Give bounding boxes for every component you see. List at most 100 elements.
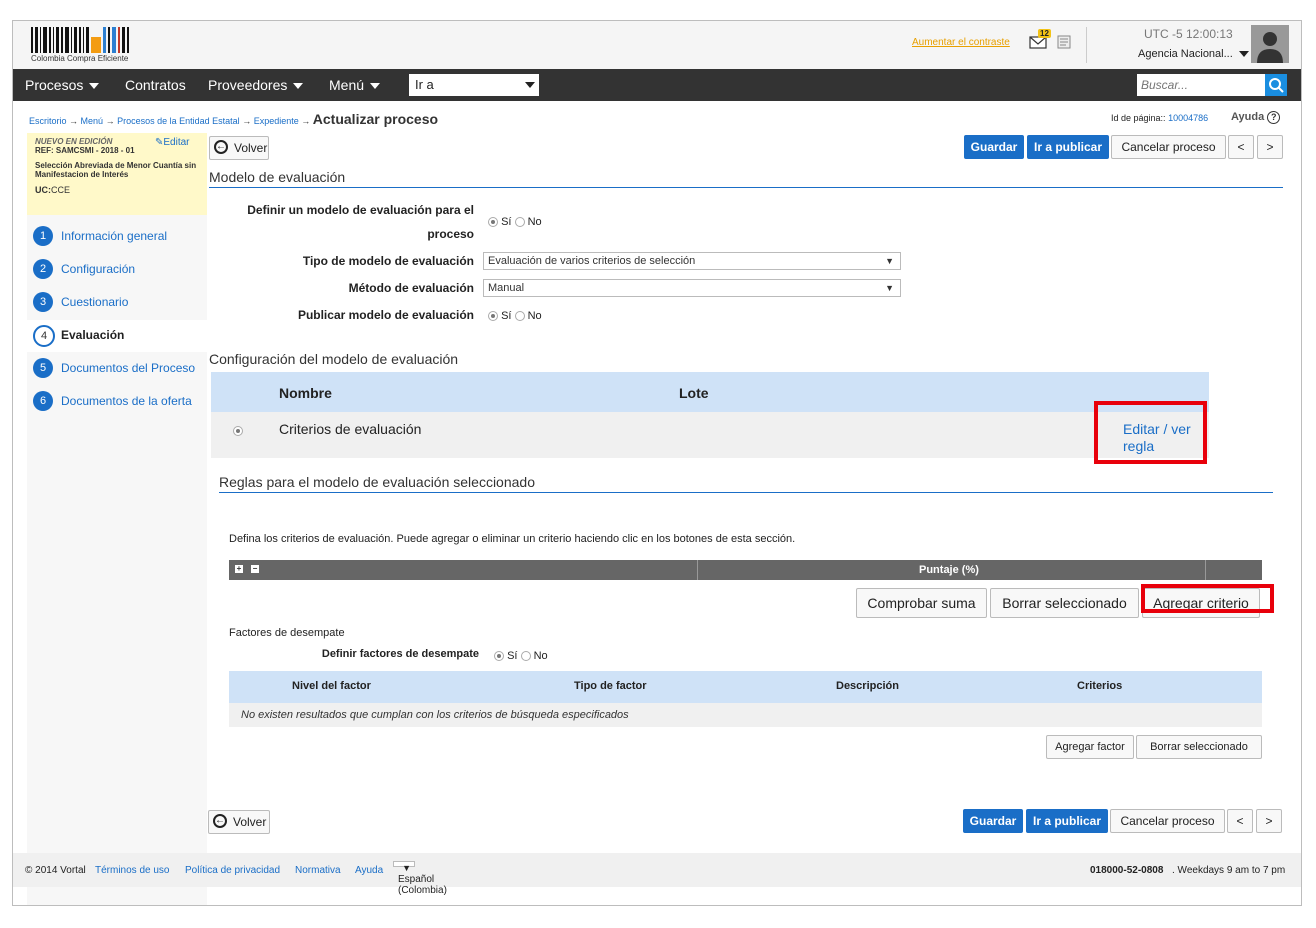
search-icon	[1269, 78, 1284, 93]
avatar[interactable]	[1251, 25, 1289, 63]
search-button[interactable]	[1265, 74, 1287, 96]
radio-no	[514, 311, 525, 322]
sidebar-step-6[interactable]: 6 Documentos de la oferta	[27, 386, 207, 418]
check-sum-button[interactable]: Comprobar suma	[856, 588, 987, 618]
nav-proveedores[interactable]: Proveedores	[208, 77, 304, 93]
collapse-icon[interactable]: −	[251, 565, 259, 573]
process-uc: UC:CCE	[35, 185, 71, 195]
page-id: Id de página:: 10004786	[1111, 113, 1209, 123]
nav-procesos[interactable]: Procesos	[25, 77, 100, 93]
highlight-box	[1094, 401, 1207, 464]
prev-button-bottom[interactable]: <	[1227, 809, 1253, 833]
cancel-process-button-bottom[interactable]: Cancelar proceso	[1110, 809, 1225, 833]
main-navbar: Procesos Contratos Proveedores Menú Ir a	[13, 69, 1301, 101]
help-link-footer[interactable]: Ayuda	[355, 865, 383, 876]
back-button[interactable]: ← Volver	[209, 136, 269, 160]
save-button[interactable]: Guardar	[964, 135, 1024, 159]
rules-section-title: Reglas para el modelo de evaluación sele…	[219, 474, 535, 490]
define-model-label-2: proceso	[427, 227, 474, 241]
delete-factor-button[interactable]: Borrar seleccionado	[1136, 735, 1262, 759]
model-type-select[interactable]: Evaluación de varios criterios de selecc…	[483, 252, 901, 270]
divider	[1086, 27, 1087, 63]
brand-name: Colombia Compra Eficiente	[31, 54, 129, 63]
terms-link[interactable]: Términos de uso	[95, 865, 169, 876]
define-model-label: Definir un modelo de evaluación para el	[247, 203, 474, 217]
go-to-select[interactable]: Ir a	[409, 74, 539, 96]
back-button-bottom[interactable]: ← Volver	[208, 810, 270, 834]
table-row[interactable]: Criterios de evaluación Editar / ver regl…	[211, 412, 1209, 458]
config-table-header: Nombre Lote	[211, 372, 1209, 412]
method-select[interactable]: Manual ▼	[483, 279, 901, 297]
process-ref: REF: SAMCSMI - 2018 - 01	[35, 146, 135, 155]
top-header: Colombia Compra Eficiente Aumentar el co…	[13, 21, 1301, 69]
mail-count-badge: 12	[1038, 29, 1051, 38]
edit-process-link[interactable]: ✎Editar	[155, 137, 190, 148]
agency-selector[interactable]: Agencia Nacional...	[1138, 48, 1249, 60]
model-type-label: Tipo de modelo de evaluación	[302, 254, 474, 268]
sidebar-step-2[interactable]: 2 Configuración	[27, 254, 207, 286]
rules-link[interactable]: Normativa	[295, 865, 341, 876]
col-name: Nombre	[279, 385, 332, 401]
next-button-bottom[interactable]: >	[1256, 809, 1282, 833]
document-icon[interactable]	[1057, 35, 1071, 49]
back-arrow-icon: ←	[214, 140, 228, 154]
privacy-link[interactable]: Política de privacidad	[185, 865, 280, 876]
empty-message: No existen resultados que cumplan con lo…	[241, 709, 629, 721]
publish-button-bottom[interactable]: Ir a publicar	[1026, 809, 1108, 833]
search-input[interactable]	[1137, 74, 1265, 96]
sidebar-step-1[interactable]: 1 Información general	[27, 221, 207, 253]
row-radio[interactable]	[233, 426, 243, 436]
define-model-radio[interactable]: Sí No	[488, 216, 542, 228]
publish-model-radio[interactable]: Sí No	[488, 310, 542, 322]
language-select[interactable]: Español (Colombia) ▼	[393, 861, 447, 896]
breadcrumb: Escritorio → Menú → Procesos de la Entid…	[29, 111, 439, 127]
publish-button[interactable]: Ir a publicar	[1027, 135, 1109, 159]
brand-logo[interactable]: Colombia Compra Eficiente	[31, 27, 141, 63]
save-button-bottom[interactable]: Guardar	[963, 809, 1023, 833]
nav-menu[interactable]: Menú	[329, 77, 381, 93]
col-level: Nivel del factor	[292, 680, 371, 692]
col-description: Descripción	[836, 680, 899, 692]
empty-row: No existen resultados que cumplan con lo…	[229, 703, 1262, 727]
process-description: Selección Abreviada de Menor Cuantía sin…	[35, 161, 197, 179]
breadcrumb-item[interactable]: Escritorio	[29, 116, 67, 126]
chevron-down-icon: ▼	[885, 256, 894, 266]
section-divider	[219, 492, 1273, 493]
nav-contratos[interactable]: Contratos	[125, 77, 186, 93]
highlight-box	[1141, 584, 1274, 613]
define-tiebreak-radio[interactable]: Sí No	[494, 650, 548, 662]
chevron-down-icon: ▼	[885, 283, 894, 293]
support-hours: . Weekdays 9 am to 7 pm	[1172, 865, 1286, 876]
sidebar-step-5[interactable]: 5 Documentos del Proceso	[27, 353, 207, 385]
score-header: Puntaje (%)	[919, 564, 979, 576]
breadcrumb-item[interactable]: Procesos de la Entidad Estatal	[117, 116, 240, 126]
sidebar-step-3[interactable]: 3 Cuestionario	[27, 287, 207, 319]
server-time: UTC -5 12:00:13	[1144, 27, 1233, 41]
copyright: © 2014 Vortal	[25, 865, 86, 876]
prev-button[interactable]: <	[1228, 135, 1254, 159]
radio-no	[514, 217, 525, 228]
help-link[interactable]: Ayuda ?	[1231, 111, 1281, 124]
contrast-link[interactable]: Aumentar el contraste	[912, 37, 1010, 48]
next-button[interactable]: >	[1257, 135, 1283, 159]
breadcrumb-item[interactable]: Expediente	[254, 116, 299, 126]
add-factor-button[interactable]: Agregar factor	[1046, 735, 1134, 759]
page-title: Actualizar proceso	[312, 111, 439, 127]
col-lot: Lote	[679, 385, 709, 401]
radio-yes	[488, 217, 498, 228]
col-type: Tipo de factor	[574, 680, 647, 692]
breadcrumb-item[interactable]: Menú	[81, 116, 104, 126]
delete-criterion-button[interactable]: Borrar seleccionado	[990, 588, 1139, 618]
cancel-process-button[interactable]: Cancelar proceso	[1111, 135, 1226, 159]
section-title: Modelo de evaluación	[209, 169, 346, 185]
col-criteria: Criterios	[1077, 680, 1123, 692]
chevron-down-icon	[1238, 51, 1249, 58]
method-label: Método de evaluación	[348, 281, 474, 295]
expand-icon[interactable]: +	[235, 565, 243, 573]
support-phone: 018000-52-0808	[1090, 865, 1164, 876]
agency-name: Agencia Nacional...	[1138, 48, 1233, 60]
back-arrow-icon: ←	[213, 814, 227, 828]
app-window: Colombia Compra Eficiente Aumentar el co…	[12, 20, 1302, 906]
define-tiebreak-label: Definir factores de desempate	[321, 648, 479, 660]
sidebar-step-4[interactable]: 4 Evaluación	[27, 320, 207, 352]
